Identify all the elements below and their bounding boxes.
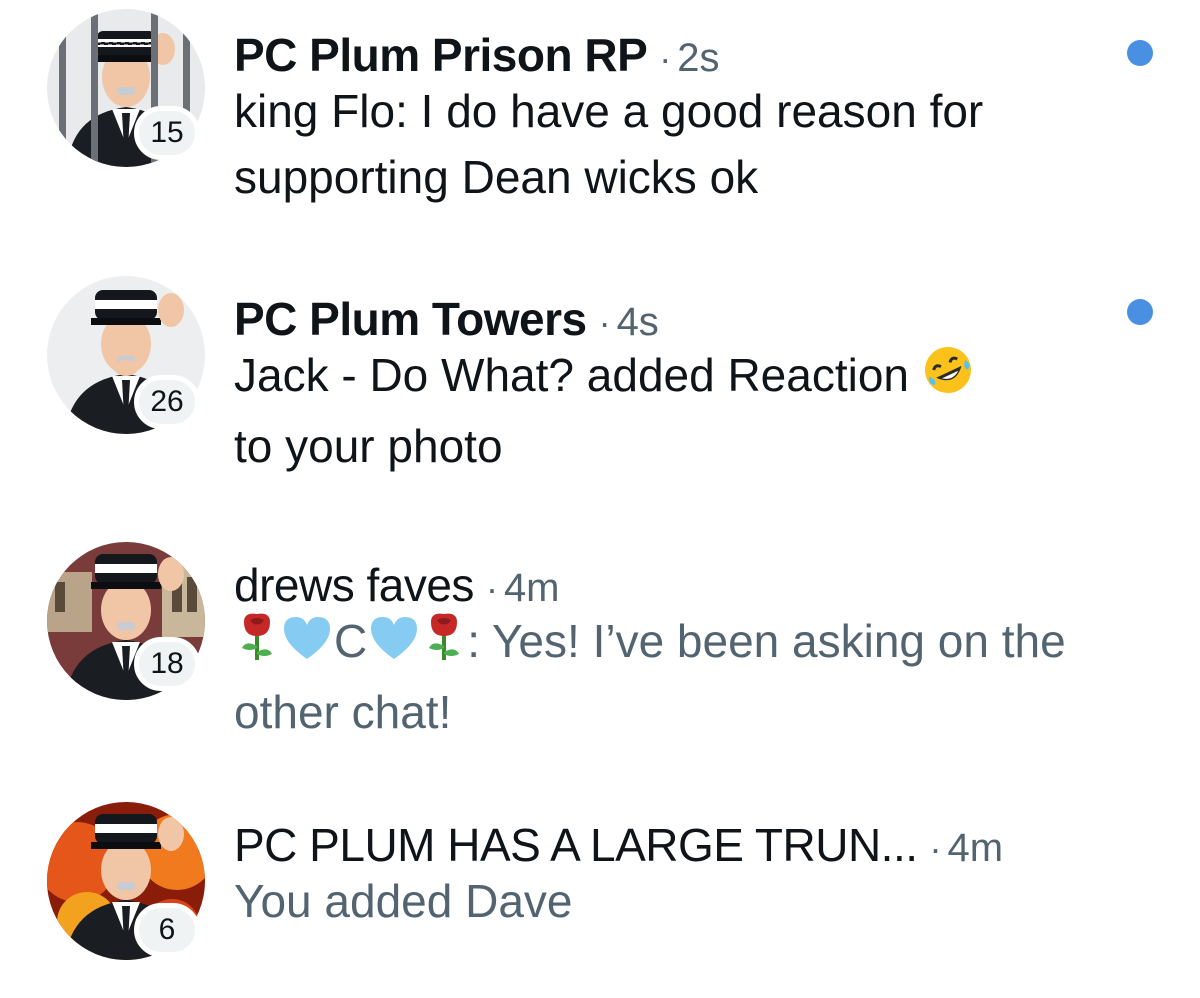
conversation-item-pc-plum-towers[interactable]: 26 PC Plum Towers · 4s Jack - Do What? a… (0, 276, 1200, 534)
conversation-item-drews-faves[interactable]: 18 drews faves · 4m C: Yes! I’ve been a… (0, 542, 1200, 800)
message-preview: king Flo: I do have a good reason for su… (234, 85, 984, 203)
message-preview: C : Yes! I’ve been asking on the other c… (234, 608, 1134, 745)
preview-text-after-emoji: to your photo (234, 420, 503, 473)
unread-indicator-dot (1127, 299, 1153, 325)
conversation-item-pc-plum-has-a-large-trun[interactable]: 6 PC PLUM HAS A LARGE TRUN... · 4m You a… (0, 802, 1200, 998)
unread-indicator-dot (1127, 40, 1153, 66)
message-preview: You added Dave (234, 875, 573, 927)
unread-count-badge: 15 (134, 106, 200, 160)
unread-count-badge: 18 (134, 637, 200, 691)
light-blue-heart-emoji (280, 612, 334, 678)
conversation-item-pc-plum-prison-rp[interactable]: 15 PC Plum Prison RP · 2s king Flo: I do… (0, 9, 1200, 270)
rolling-on-floor-laughing-emoji (922, 344, 974, 413)
light-blue-heart-emoji (367, 612, 421, 678)
rose-emoji (234, 610, 280, 679)
message-preview: Jack - Do What? added Reaction to your p… (234, 342, 1134, 479)
rose-emoji (421, 610, 467, 679)
unread-count-badge: 26 (134, 375, 200, 429)
preview-text-before-emoji: Jack - Do What? added Reaction (234, 349, 910, 401)
preview-letter: C (334, 615, 368, 667)
unread-count-badge: 6 (134, 903, 200, 957)
